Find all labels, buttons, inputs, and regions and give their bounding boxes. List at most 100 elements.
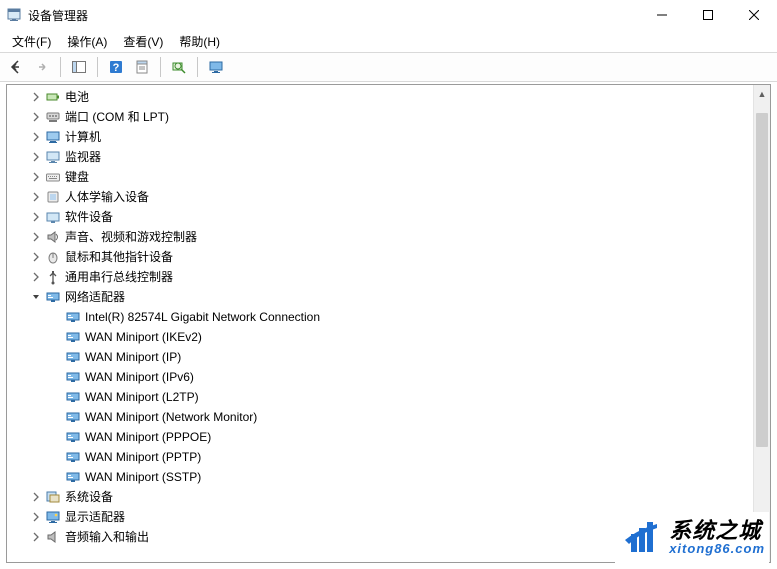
chevron-right-icon[interactable] [29, 190, 43, 204]
tree-item-net-2[interactable]: WAN Miniport (IP) [9, 347, 770, 367]
vertical-scrollbar[interactable]: ▲ ▼ [753, 85, 770, 562]
chevron-right-icon[interactable] [29, 90, 43, 104]
watermark-url: xitong86.com [669, 542, 765, 556]
tree-item-net-0[interactable]: Intel(R) 82574L Gigabit Network Connecti… [9, 307, 770, 327]
window-title: 设备管理器 [28, 7, 88, 24]
device-tree[interactable]: 电池端口 (COM 和 LPT)计算机监视器键盘人体学输入设备软件设备声音、视频… [7, 85, 770, 562]
monitor-icon [45, 149, 61, 165]
network-icon [65, 469, 81, 485]
computer-icon [45, 129, 61, 145]
toolbar-separator [60, 57, 61, 77]
svg-text:?: ? [113, 62, 120, 74]
chevron-right-icon[interactable] [29, 150, 43, 164]
menu-file[interactable]: 文件(F) [4, 31, 59, 52]
chevron-right-icon[interactable] [29, 210, 43, 224]
keyboard-icon [45, 169, 61, 185]
chevron-right-icon[interactable] [29, 230, 43, 244]
tree-item-label: 人体学输入设备 [65, 187, 153, 207]
tree-item-label: 端口 (COM 和 LPT) [65, 107, 173, 127]
tree-item-label: 鼠标和其他指针设备 [65, 247, 177, 267]
minimize-button[interactable] [639, 0, 685, 30]
chevron-down-icon[interactable] [29, 290, 43, 304]
watermark-title: 系统之城 [669, 519, 765, 542]
menu-view[interactable]: 查看(V) [115, 31, 171, 52]
network-icon [65, 329, 81, 345]
network-icon [65, 389, 81, 405]
network-icon [65, 349, 81, 365]
tree-item-net-1[interactable]: WAN Miniport (IKEv2) [9, 327, 770, 347]
tree-item-label: 显示适配器 [65, 507, 129, 527]
tree-item-label: 通用串行总线控制器 [65, 267, 177, 287]
menu-action[interactable]: 操作(A) [59, 31, 115, 52]
tree-item-net-5[interactable]: WAN Miniport (Network Monitor) [9, 407, 770, 427]
tree-item-net-3[interactable]: WAN Miniport (IPv6) [9, 367, 770, 387]
hid-icon [45, 189, 61, 205]
menubar: 文件(F) 操作(A) 查看(V) 帮助(H) [0, 30, 777, 52]
network-icon [65, 309, 81, 325]
tree-item-label: WAN Miniport (PPTP) [85, 447, 205, 467]
properties-button[interactable] [130, 55, 154, 79]
scroll-thumb[interactable] [756, 113, 768, 447]
tree-item-label: 音频输入和输出 [65, 527, 153, 547]
tree-item-label: 网络适配器 [65, 287, 129, 307]
tree-item-label: WAN Miniport (IP) [85, 347, 185, 367]
tree-item-net-8[interactable]: WAN Miniport (SSTP) [9, 467, 770, 487]
help-button[interactable]: ? [104, 55, 128, 79]
toolbar-separator [160, 57, 161, 77]
tree-item-bcat-0[interactable]: 系统设备 [9, 487, 770, 507]
tree-item-label: Intel(R) 82574L Gigabit Network Connecti… [85, 307, 324, 327]
tree-item-cat-1[interactable]: 端口 (COM 和 LPT) [9, 107, 770, 127]
display-icon [45, 509, 61, 525]
tree-item-cat-6[interactable]: 软件设备 [9, 207, 770, 227]
tree-item-label: WAN Miniport (IKEv2) [85, 327, 206, 347]
app-icon [6, 7, 22, 23]
toolbar-separator [97, 57, 98, 77]
scan-hardware-button[interactable] [167, 55, 191, 79]
chevron-right-icon[interactable] [29, 270, 43, 284]
toolbar-separator [197, 57, 198, 77]
chevron-right-icon[interactable] [29, 530, 43, 544]
tree-item-cat-4[interactable]: 键盘 [9, 167, 770, 187]
tree-item-cat-3[interactable]: 监视器 [9, 147, 770, 167]
close-button[interactable] [731, 0, 777, 30]
forward-button[interactable] [30, 55, 54, 79]
tree-item-cat-0[interactable]: 电池 [9, 87, 770, 107]
devices-view-button[interactable] [204, 55, 228, 79]
back-button[interactable] [4, 55, 28, 79]
maximize-button[interactable] [685, 0, 731, 30]
tree-item-net-4[interactable]: WAN Miniport (L2TP) [9, 387, 770, 407]
battery-icon [45, 89, 61, 105]
tree-item-label: 电池 [65, 87, 93, 107]
network-icon [45, 289, 61, 305]
tree-item-label: 软件设备 [65, 207, 117, 227]
tree-item-net-7[interactable]: WAN Miniport (PPTP) [9, 447, 770, 467]
sound-icon [45, 229, 61, 245]
chevron-right-icon[interactable] [29, 250, 43, 264]
audio_io-icon [45, 529, 61, 545]
tree-item-label: 声音、视频和游戏控制器 [65, 227, 201, 247]
network-icon [65, 449, 81, 465]
tree-item-cat-7[interactable]: 声音、视频和游戏控制器 [9, 227, 770, 247]
tree-item-label: 监视器 [65, 147, 105, 167]
tree-item-label: WAN Miniport (L2TP) [85, 387, 203, 407]
tree-item-network[interactable]: 网络适配器 [9, 287, 770, 307]
titlebar: 设备管理器 [0, 0, 777, 30]
tree-item-label: WAN Miniport (IPv6) [85, 367, 198, 387]
menu-help[interactable]: 帮助(H) [171, 31, 228, 52]
chevron-right-icon[interactable] [29, 130, 43, 144]
chevron-right-icon[interactable] [29, 170, 43, 184]
tree-item-cat-8[interactable]: 鼠标和其他指针设备 [9, 247, 770, 267]
tree-item-cat-2[interactable]: 计算机 [9, 127, 770, 147]
tree-item-cat-5[interactable]: 人体学输入设备 [9, 187, 770, 207]
network-icon [65, 429, 81, 445]
console-tree-button[interactable] [67, 55, 91, 79]
tree-item-cat-9[interactable]: 通用串行总线控制器 [9, 267, 770, 287]
device-tree-panel: 电池端口 (COM 和 LPT)计算机监视器键盘人体学输入设备软件设备声音、视频… [6, 84, 771, 563]
chevron-right-icon[interactable] [29, 490, 43, 504]
tree-item-label: WAN Miniport (Network Monitor) [85, 407, 261, 427]
chevron-right-icon[interactable] [29, 110, 43, 124]
chevron-right-icon[interactable] [29, 510, 43, 524]
tree-item-net-6[interactable]: WAN Miniport (PPPOE) [9, 427, 770, 447]
scroll-up-button[interactable]: ▲ [754, 85, 770, 102]
watermark: 系统之城 xitong86.com [615, 512, 769, 563]
